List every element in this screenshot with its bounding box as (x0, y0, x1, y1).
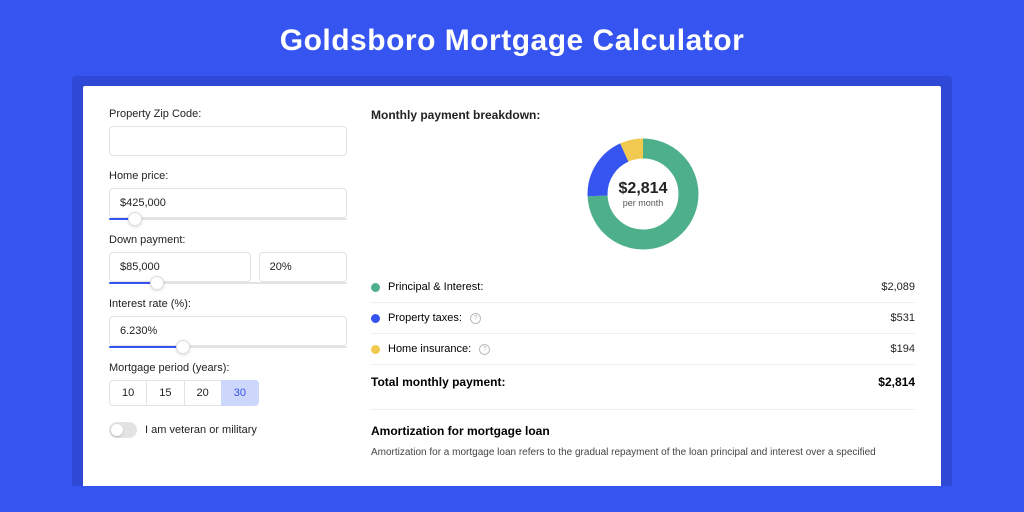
field-zip: Property Zip Code: (109, 108, 347, 156)
donut-center: $2,814 per month (619, 180, 668, 208)
total-value: $2,814 (878, 375, 915, 389)
field-down-payment: Down payment: (109, 234, 347, 284)
slider-fill (109, 346, 183, 348)
total-row: Total monthly payment: $2,814 (371, 365, 915, 403)
period-btn-10[interactable]: 10 (109, 380, 147, 406)
period-label: Mortgage period (years): (109, 362, 347, 374)
legend-label: Principal & Interest: (388, 281, 483, 293)
amortization-heading: Amortization for mortgage loan (371, 424, 915, 438)
period-btn-15[interactable]: 15 (146, 380, 184, 406)
zip-label: Property Zip Code: (109, 108, 347, 120)
legend-row-taxes: Property taxes: ? $531 (371, 303, 915, 334)
legend-value: $194 (891, 343, 915, 355)
donut-sub: per month (619, 198, 668, 208)
slider-thumb[interactable] (150, 276, 164, 290)
amortization-section: Amortization for mortgage loan Amortizat… (371, 409, 915, 460)
down-payment-label: Down payment: (109, 234, 347, 246)
form-panel: Property Zip Code: Home price: Down paym… (109, 108, 347, 486)
donut-amount: $2,814 (619, 180, 668, 198)
legend-row-insurance: Home insurance: ? $194 (371, 334, 915, 365)
down-payment-input[interactable] (109, 252, 251, 282)
field-interest: Interest rate (%): (109, 298, 347, 348)
veteran-toggle[interactable] (109, 422, 137, 438)
payment-donut-chart: $2,814 per month (583, 134, 703, 254)
legend-value: $2,089 (881, 281, 915, 293)
info-icon[interactable]: ? (479, 344, 490, 355)
zip-input[interactable] (109, 126, 347, 156)
dot-icon (371, 283, 380, 292)
info-icon[interactable]: ? (470, 313, 481, 324)
home-price-label: Home price: (109, 170, 347, 182)
card-shadow: Property Zip Code: Home price: Down paym… (72, 76, 952, 486)
interest-slider[interactable] (109, 346, 347, 348)
calculator-card: Property Zip Code: Home price: Down paym… (83, 86, 941, 486)
period-button-group: 10 15 20 30 (109, 380, 347, 406)
slider-thumb[interactable] (128, 212, 142, 226)
donut-container: $2,814 per month (371, 134, 915, 254)
field-home-price: Home price: (109, 170, 347, 220)
legend-label: Property taxes: (388, 312, 462, 324)
field-period: Mortgage period (years): 10 15 20 30 (109, 362, 347, 406)
amortization-body: Amortization for a mortgage loan refers … (371, 446, 915, 460)
down-payment-pct-input[interactable] (259, 252, 347, 282)
interest-input[interactable] (109, 316, 347, 346)
interest-label: Interest rate (%): (109, 298, 347, 310)
down-payment-slider[interactable] (109, 282, 347, 284)
breakdown-panel: Monthly payment breakdown: $2,814 per mo… (371, 108, 915, 486)
period-btn-20[interactable]: 20 (184, 380, 222, 406)
dot-icon (371, 345, 380, 354)
veteran-label: I am veteran or military (145, 424, 257, 436)
toggle-knob (111, 424, 123, 436)
home-price-slider[interactable] (109, 218, 347, 220)
legend-label: Home insurance: (388, 343, 471, 355)
slider-thumb[interactable] (176, 340, 190, 354)
home-price-input[interactable] (109, 188, 347, 218)
veteran-row: I am veteran or military (109, 422, 347, 438)
period-btn-30[interactable]: 30 (221, 380, 259, 406)
page-title: Goldsboro Mortgage Calculator (0, 24, 1024, 58)
legend-value: $531 (891, 312, 915, 324)
breakdown-title: Monthly payment breakdown: (371, 108, 915, 122)
dot-icon (371, 314, 380, 323)
total-label: Total monthly payment: (371, 375, 505, 389)
legend-row-principal: Principal & Interest: $2,089 (371, 272, 915, 303)
